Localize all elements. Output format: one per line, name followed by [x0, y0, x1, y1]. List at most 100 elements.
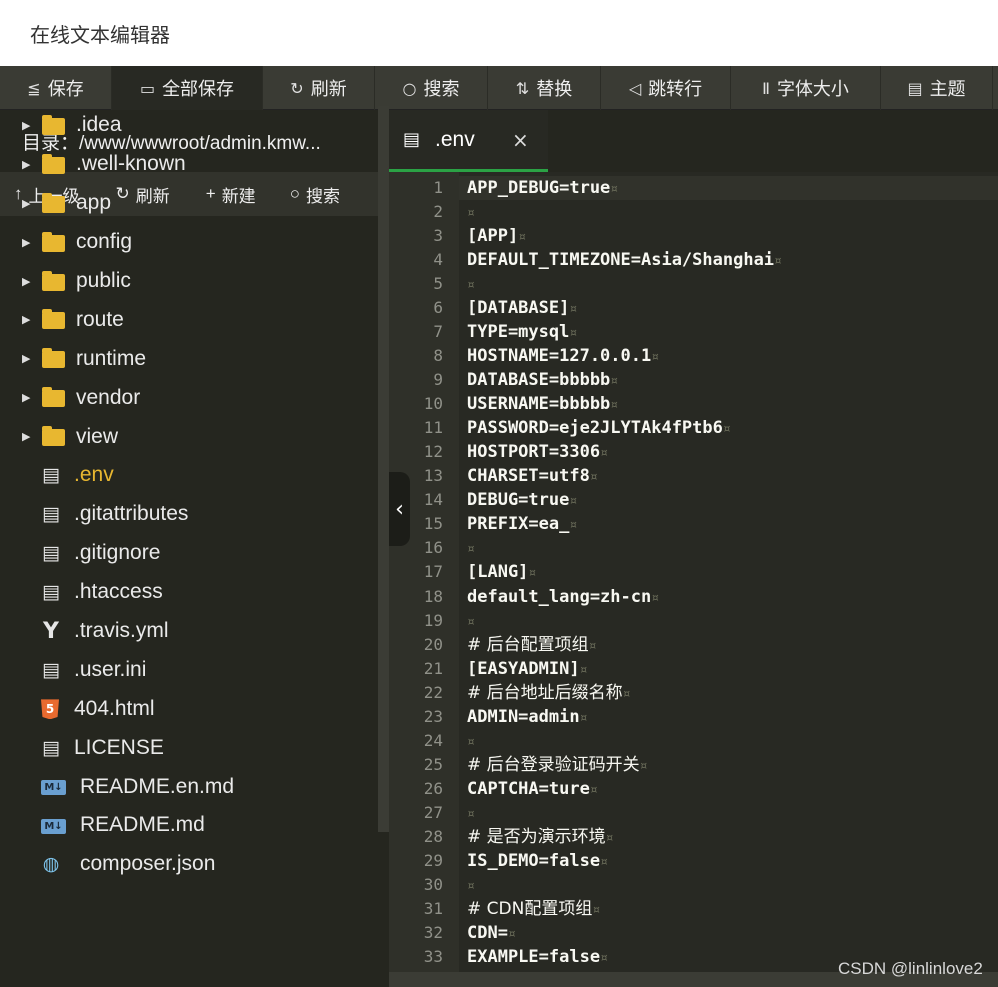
code-line: 9 DATABASE=bbbbb¤ [389, 368, 998, 392]
code-text: DATABASE=bbbbb¤ [467, 368, 618, 394]
file-item[interactable]: ▤ .gitignore [0, 534, 378, 573]
replace-button[interactable]: ⇅ 替换 [488, 66, 601, 110]
folder-icon [42, 153, 65, 174]
code-content: IS_DEMO=false [467, 850, 601, 871]
file-item[interactable]: ▤ .htaccess [0, 573, 378, 612]
folder-item[interactable]: ▶ route [0, 300, 378, 339]
save-all-label: 全部保存 [162, 79, 235, 99]
pilcrow-icon: ¤ [610, 398, 619, 414]
code-text: PASSWORD=eje2JLYTAk4fPtb6¤ [467, 416, 731, 442]
folder-icon [42, 309, 65, 330]
pilcrow-icon: ¤ [569, 302, 578, 318]
code-content: # 后台登录验证码开关 [467, 754, 640, 775]
goto-line-label: 跳转行 [648, 79, 703, 99]
folder-name: runtime [76, 346, 147, 370]
save-icon: ≦ [27, 78, 41, 98]
folder-item[interactable]: ▶ .well-known [0, 145, 378, 184]
code-line: 5 ¤ [389, 272, 998, 296]
search-button[interactable]: ○ 搜索 [375, 66, 488, 110]
line-number: 29 [423, 850, 443, 870]
code-line: 17 [LANG]¤ [389, 560, 998, 584]
tab-env[interactable]: ▤ .env × [389, 110, 548, 172]
close-icon[interactable]: × [512, 128, 529, 152]
code-line: 2 ¤ [389, 200, 998, 224]
folder-name: .idea [76, 113, 122, 137]
code-line: 21 [EASYADMIN]¤ [389, 657, 998, 681]
pilcrow-icon: ¤ [600, 950, 608, 966]
file-item[interactable]: M↓ README.md [0, 806, 378, 845]
pilcrow-icon: ¤ [589, 782, 598, 798]
file-item-selected[interactable]: ▤ .env [0, 456, 378, 495]
file-item[interactable]: ◍ composer.json [0, 845, 378, 877]
folder-item[interactable]: ▶ runtime [0, 339, 378, 378]
code-content: DEBUG=true [467, 490, 570, 511]
file-item[interactable]: Y .travis.yml [0, 612, 378, 651]
toolbar: ≦ 保存 ▭ 全部保存 ↻ 刷新 ○ 搜索 ⇅ 替换 ◁ 跳转行 Ⅱ 字体大小 … [0, 66, 998, 110]
code-line: 31 # CDN配置项组¤ [389, 897, 998, 921]
code-content: default_lang=zh-cn [467, 586, 652, 607]
pilcrow-icon: ¤ [600, 854, 608, 870]
window-title: 在线文本编辑器 [0, 0, 998, 66]
code-text: ¤ [467, 801, 475, 827]
code-text: CHARSET=utf8¤ [467, 464, 598, 490]
code-content: DEFAULT_TIMEZONE=Asia/Shanghai [467, 250, 775, 271]
file-item[interactable]: 5 404.html [0, 689, 378, 728]
folder-item[interactable]: ▶ public [0, 262, 378, 301]
composer-icon: ◍ [42, 853, 60, 876]
font-size-icon: Ⅱ [762, 78, 770, 98]
pilcrow-icon: ¤ [467, 206, 475, 222]
file-item[interactable]: ▤ .gitattributes [0, 495, 378, 534]
theme-button[interactable]: ▤ 主题 [881, 66, 993, 110]
file-item[interactable]: ▤ .user.ini [0, 650, 378, 689]
refresh-button[interactable]: ↻ 刷新 [263, 66, 375, 110]
code-text: # 后台配置项组¤ [467, 633, 596, 659]
save-button[interactable]: ≦ 保存 [0, 66, 112, 110]
folder-item[interactable]: ▶ config [0, 223, 378, 262]
code-text: TYPE=mysql¤ [467, 320, 577, 346]
pilcrow-icon: ¤ [589, 470, 598, 486]
file-item[interactable]: ▤ LICENSE [0, 728, 378, 767]
line-number: 6 [433, 298, 443, 318]
file-name: .travis.yml [74, 619, 169, 643]
pilcrow-icon: ¤ [600, 446, 608, 462]
save-all-button[interactable]: ▭ 全部保存 [112, 66, 263, 110]
pilcrow-icon: ¤ [467, 734, 475, 750]
code-line: 16 ¤ [389, 536, 998, 560]
code-text: CDN=¤ [467, 921, 516, 947]
pilcrow-icon: ¤ [467, 614, 475, 630]
folder-item[interactable]: ▶ .idea [0, 106, 378, 145]
pilcrow-icon: ¤ [722, 422, 731, 438]
code-content: [APP] [467, 226, 519, 247]
code-content: CAPTCHA=ture [467, 778, 590, 799]
code-content: PASSWORD=eje2JLYTAk4fPtb6 [467, 418, 723, 439]
code-line: 3 [APP]¤ [389, 224, 998, 248]
line-number: 3 [433, 226, 443, 246]
code-text: ADMIN=admin¤ [467, 705, 587, 731]
code-text: HOSTNAME=127.0.0.1¤ [467, 344, 659, 370]
goto-line-button[interactable]: ◁ 跳转行 [601, 66, 731, 110]
search-icon: ○ [402, 78, 417, 98]
line-number: 12 [423, 442, 443, 462]
code-text: # 是否为演示环境¤ [467, 825, 613, 851]
pilcrow-icon: ¤ [651, 590, 660, 606]
folder-item[interactable]: ▶ vendor [0, 378, 378, 417]
line-number: 26 [423, 778, 443, 798]
folder-item[interactable]: ▶ app [0, 184, 378, 223]
pilcrow-icon: ¤ [774, 254, 782, 270]
doc-icon: ▤ [42, 503, 60, 526]
collapse-sidebar-button[interactable]: ‹ [389, 472, 410, 546]
line-number: 20 [423, 634, 443, 654]
file-name: README.md [80, 813, 205, 837]
line-number: 32 [423, 922, 443, 942]
caret-right-icon: ▶ [22, 158, 31, 171]
file-name: .env [74, 463, 114, 487]
pilcrow-icon: ¤ [507, 926, 516, 942]
font-size-button[interactable]: Ⅱ 字体大小 [731, 66, 881, 110]
sidebar-scrollbar[interactable] [378, 106, 389, 832]
markdown-icon: M↓ [41, 780, 66, 796]
folder-item[interactable]: ▶ view [0, 417, 378, 456]
doc-icon: ▤ [42, 581, 60, 604]
file-item[interactable]: M↓ README.en.md [0, 767, 378, 806]
code-editor[interactable]: 1 APP_DEBUG=true¤ 2 ¤ 3 [APP]¤ 4 DEFAULT_TIMEZO… [389, 172, 998, 972]
refresh-icon: ↻ [290, 78, 304, 98]
